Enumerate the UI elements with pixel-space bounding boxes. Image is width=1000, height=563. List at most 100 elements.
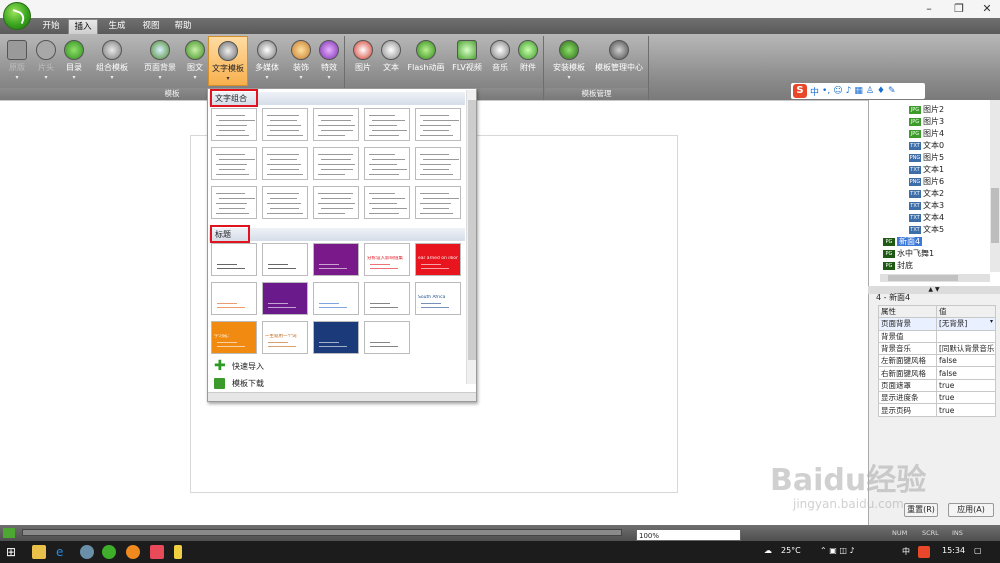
title-template-thumbnail[interactable] <box>364 321 410 354</box>
active-app-icon[interactable] <box>102 545 116 559</box>
multimedia-button[interactable]: 多媒体 ▾ <box>252 36 282 86</box>
microphone-icon[interactable]: ♪ <box>846 86 852 96</box>
notification-icon[interactable]: ▢ <box>974 546 982 555</box>
tree-item[interactable]: JPG 图片3 <box>909 116 944 128</box>
tree-scrollbar[interactable] <box>990 100 1000 272</box>
ime-indicator[interactable]: 中 <box>902 546 910 557</box>
tree-item[interactable]: JPG 图片4 <box>909 128 944 140</box>
browser-icon[interactable] <box>126 545 140 559</box>
tree-item[interactable]: TXT 文本2 <box>909 188 944 200</box>
dropdown-resize-grip[interactable] <box>208 392 476 401</box>
title-template-thumbnail[interactable] <box>364 282 410 315</box>
file-explorer-icon[interactable] <box>32 545 46 559</box>
toc-button[interactable]: 目录 ▾ <box>60 36 88 86</box>
weather-temp[interactable]: 25°C <box>781 546 801 555</box>
skin-icon[interactable]: ♦ <box>877 86 885 96</box>
quick-import-item[interactable]: ✚ 快速导入 <box>210 359 464 374</box>
sogou-logo-icon[interactable]: S <box>793 84 807 98</box>
chevron-down-icon[interactable]: ▾ <box>990 319 993 326</box>
prop-value[interactable]: [同默认背景音乐] <box>936 341 996 356</box>
text-template-thumbnail[interactable] <box>262 108 308 141</box>
tab-insert[interactable]: 插入 <box>68 19 98 34</box>
text-template-thumbnail[interactable] <box>262 147 308 180</box>
tree-item[interactable]: TXT 文本4 <box>909 212 944 224</box>
text-template-thumbnail[interactable] <box>364 147 410 180</box>
flv-video-button[interactable]: FLV视频 <box>450 36 484 86</box>
decoration-button[interactable]: 装饰 ▾ <box>288 36 314 86</box>
text-template-thumbnail[interactable] <box>364 186 410 219</box>
tree-item[interactable]: JPG 图片2 <box>909 104 944 116</box>
text-template-thumbnail[interactable] <box>364 108 410 141</box>
prop-value[interactable]: true <box>936 391 996 405</box>
tree-item[interactable]: TXT 文本0 <box>909 140 944 152</box>
edge-icon[interactable]: e <box>56 545 70 559</box>
weather-icon[interactable]: ☁ <box>764 546 772 555</box>
title-template-thumbnail[interactable] <box>211 282 257 315</box>
text-template-button[interactable]: 文字模板 ▾ <box>208 36 248 86</box>
title-template-thumbnail[interactable] <box>313 321 359 354</box>
text-template-thumbnail[interactable] <box>211 108 257 141</box>
tree-item[interactable]: PNG 图片5 <box>909 152 944 164</box>
tab-build[interactable]: 生成 <box>102 19 132 34</box>
dropdown-scrollbar[interactable] <box>466 90 476 384</box>
flash-button[interactable]: Flash动画 <box>406 36 446 86</box>
app-icon[interactable] <box>150 545 164 559</box>
combo-template-button[interactable]: 组合模板 ▾ <box>92 36 132 86</box>
close-button[interactable]: ✕ <box>978 2 996 16</box>
user-icon[interactable]: ♙ <box>866 86 874 96</box>
title-template-thumbnail[interactable] <box>313 243 359 276</box>
text-template-thumbnail[interactable] <box>313 108 359 141</box>
title-template-thumbnail[interactable] <box>211 243 257 276</box>
opening-button[interactable]: 片头 ▾ <box>32 36 60 86</box>
notes-icon[interactable] <box>174 545 182 559</box>
music-button[interactable]: 音乐 <box>488 36 512 86</box>
image-text-button[interactable]: 图文 ▾ <box>182 36 208 86</box>
tree-page-selected[interactable]: PG 新面4 <box>883 236 923 248</box>
prop-value[interactable]: true <box>936 403 996 417</box>
title-template-thumbnail[interactable] <box>313 282 359 315</box>
tree-hscroll-thumb[interactable] <box>888 275 958 281</box>
text-template-thumbnail[interactable] <box>313 147 359 180</box>
image-button[interactable]: 图片 <box>350 36 376 86</box>
text-template-thumbnail[interactable] <box>211 186 257 219</box>
template-center-button[interactable]: 模板管理中心 <box>593 36 645 86</box>
attachment-button[interactable]: 附件 <box>516 36 540 86</box>
zoom-select[interactable]: 100% <box>636 529 741 541</box>
tree-item[interactable]: TXT 文本3 <box>909 200 944 212</box>
page-background-button[interactable]: 页面背景 ▾ <box>140 36 180 86</box>
text-template-thumbnail[interactable] <box>415 147 461 180</box>
title-template-thumbnail[interactable]: 一生就用一个词 <box>262 321 308 354</box>
text-template-thumbnail[interactable] <box>415 108 461 141</box>
tree-scroll-thumb[interactable] <box>991 188 999 243</box>
prop-value[interactable]: false <box>936 354 996 368</box>
tab-start[interactable]: 开始 <box>36 19 66 34</box>
prop-value[interactable]: true <box>936 378 996 393</box>
original-button[interactable]: 原版 ▾ <box>2 36 32 86</box>
windows-start-icon[interactable]: ⊞ <box>6 545 20 559</box>
title-template-thumbnail[interactable]: 学习成： <box>211 321 257 354</box>
title-template-thumbnail[interactable] <box>262 243 308 276</box>
tab-view[interactable]: 视图 <box>136 19 166 34</box>
text-template-thumbnail[interactable] <box>415 186 461 219</box>
ime-toolbar[interactable]: S 中 •, ☺ ♪ ▦ ♙ ♦ ✎ <box>791 83 925 99</box>
app-logo-icon[interactable] <box>3 2 31 30</box>
emoji-icon[interactable]: ☺ <box>833 86 842 96</box>
tree-page[interactable]: PG 水中飞舞1 <box>883 248 934 260</box>
tree-item[interactable]: TXT 文本1 <box>909 164 944 176</box>
prop-value[interactable]: false <box>936 366 996 380</box>
dropdown-scroll-thumb[interactable] <box>468 100 476 360</box>
app-icon[interactable] <box>80 545 94 559</box>
clock[interactable]: 15:34 <box>942 546 965 555</box>
title-template-thumbnail[interactable]: South Africa <box>415 282 461 315</box>
text-template-thumbnail[interactable] <box>313 186 359 219</box>
tree-horizontal-scrollbar[interactable] <box>880 274 990 282</box>
ime-mode[interactable]: 中 <box>810 85 819 98</box>
tab-help[interactable]: 帮助 <box>168 19 198 34</box>
template-download-item[interactable]: 模板下载 <box>210 376 464 391</box>
title-template-thumbnail[interactable]: ear arned on illion of <box>415 243 461 276</box>
minimize-button[interactable]: – <box>920 2 938 16</box>
prop-value[interactable] <box>936 329 996 343</box>
text-template-thumbnail[interactable] <box>211 147 257 180</box>
sogou-tray-icon[interactable] <box>918 546 930 558</box>
title-template-thumbnail[interactable]: 分拆设入影响值集 <box>364 243 410 276</box>
